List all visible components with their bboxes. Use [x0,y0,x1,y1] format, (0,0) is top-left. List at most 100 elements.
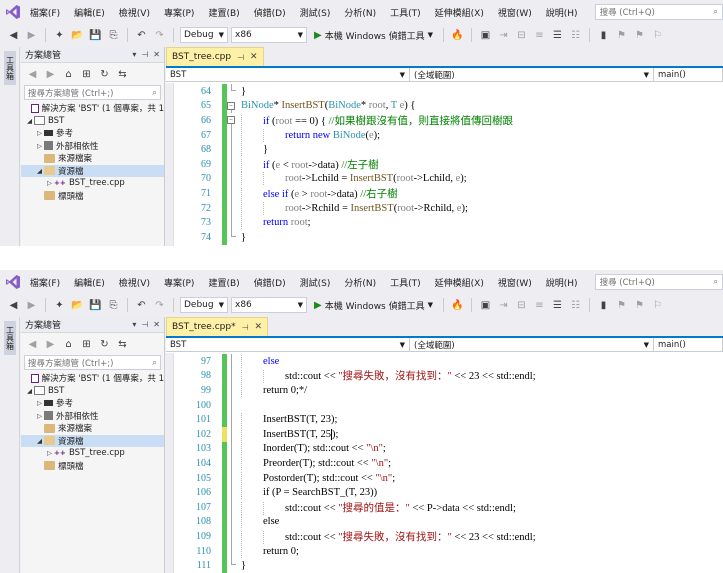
code-line[interactable]: 99 return 0;*/ [174,383,723,398]
comment-icon[interactable]: ☰ [550,28,565,43]
code-line[interactable]: 73 return root; [174,215,723,230]
code-line[interactable]: 111} [174,558,723,573]
menu-item[interactable]: 分析(N) [337,276,383,289]
pin-icon[interactable]: ⊣ [242,323,249,332]
tree-item[interactable]: ◢ BST [21,385,164,398]
code-line[interactable]: 69 if (e < root->data) //左子樹 [174,157,723,172]
code-line[interactable]: 110 return 0; [174,543,723,559]
uncomment-icon[interactable]: ☷ [568,28,583,43]
new-project-icon[interactable]: ✦ [52,28,67,43]
undo-icon[interactable]: ↶ [134,298,149,313]
tree-item[interactable]: ▷ ++ BST_tree.cpp [21,177,164,190]
code-line[interactable]: 108 else [174,514,723,530]
switch-views-icon[interactable]: ⊞ [79,67,94,82]
menu-item[interactable]: 視窗(W) [491,276,539,289]
undo-icon[interactable]: ↶ [134,28,149,43]
comment-icon[interactable]: ☰ [550,298,565,313]
code-line[interactable]: 66 − if (root == 0) { //如果樹跟沒有值，則直接將值傳回樹跟 [174,113,723,129]
glyph-margin[interactable] [166,353,174,573]
toolbox-tab[interactable]: 工具箱 [4,51,16,85]
tree-item[interactable]: ▷ 外部相依性 [21,140,164,153]
scope-dropdown[interactable]: (全域範圍) ▼ [410,68,654,82]
menu-item[interactable]: 說明(H) [539,276,585,289]
code-line[interactable]: 106 if (P = SearchBST_(T, 23)) [174,485,723,500]
member-dropdown[interactable]: main() [654,68,723,82]
menu-item[interactable]: 檢視(V) [112,276,157,289]
tree-item[interactable]: ◢ 資源檔 [21,434,164,447]
back-icon[interactable]: ◀ [25,67,40,82]
pin-icon[interactable]: ⊣ [237,53,244,62]
sync-icon[interactable]: ⇆ [115,337,130,352]
next-bookmark-icon[interactable]: ⚑ [632,28,647,43]
expander-icon[interactable]: ▷ [35,142,44,150]
menu-item[interactable]: 說明(H) [539,6,585,19]
open-folder-icon[interactable]: 📂 [70,298,85,313]
new-project-icon[interactable]: ✦ [52,298,67,313]
home-icon[interactable]: ⌂ [61,337,76,352]
menu-item[interactable]: 編輯(E) [67,276,112,289]
diagnostic-icon[interactable]: ▣ [478,28,493,43]
scope-dropdown[interactable]: (全域範圍) ▼ [410,338,654,352]
clear-bookmarks-icon[interactable]: ⚐ [650,28,665,43]
tree-item[interactable]: 標頭檔 [21,190,164,203]
code-line[interactable]: 67 return new BiNode(e); [174,127,723,143]
code-line[interactable]: 105 Postorder(T); std::cout << "\n"; [174,470,723,486]
menu-item[interactable]: 偵錯(D) [247,276,293,289]
tree-item[interactable]: 解決方案 'BST' (1 個專案，共 1 [21,102,164,115]
tree-item[interactable]: ◢ 資源檔 [21,164,164,177]
prev-bookmark-icon[interactable]: ⚑ [614,28,629,43]
project-dropdown[interactable]: BST ▼ [166,68,410,82]
menu-item[interactable]: 延伸模組(X) [428,6,491,19]
forward-icon[interactable]: ▶ [43,337,58,352]
code-line[interactable]: 101 InsertBST(T, 23); [174,412,723,427]
tree-item[interactable]: 來源檔案 [21,422,164,435]
switch-views-icon[interactable]: ⊞ [79,337,94,352]
pending-changes-icon[interactable]: ↻ [97,67,112,82]
forward-icon[interactable]: ▶ [24,28,39,43]
code-line[interactable]: 103 Inorder(T); std::cout << "\n"; [174,441,723,457]
layout-icon[interactable]: ⊟ [514,298,529,313]
bookmark-icon[interactable]: ▮ [596,28,611,43]
redo-icon[interactable]: ↷ [152,28,167,43]
menu-item[interactable]: 視窗(W) [491,6,539,19]
code-line[interactable]: 104 Preorder(T); std::cout << "\n"; [174,456,723,471]
start-debugging-button[interactable]: ▶ 本機 Windows 偵錯工具 ▼ [310,299,437,312]
toolbox-tab[interactable]: 工具箱 [4,321,16,355]
tree-item[interactable]: ◢ BST [21,115,164,128]
menu-item[interactable]: 專案(P) [157,276,201,289]
quick-launch-search[interactable]: 搜尋 (Ctrl+Q) ⌕ [594,274,723,290]
code-line[interactable]: 71 else if (e > root->data) //右子樹 [174,186,723,202]
menu-item[interactable]: 建置(B) [201,276,246,289]
tree-item[interactable]: 解決方案 'BST' (1 個專案，共 1 [21,372,164,385]
code-line[interactable]: 64} [174,84,723,99]
back-icon[interactable]: ◀ [6,298,21,313]
tree-item[interactable]: ▷ ++ BST_tree.cpp [21,447,164,460]
diagnostic-icon[interactable]: ▣ [478,298,493,313]
expander-icon[interactable]: ▷ [35,412,44,420]
pending-changes-icon[interactable]: ↻ [97,337,112,352]
hot-reload-icon[interactable]: 🔥 [450,298,465,313]
code-line[interactable]: 72 root->Rchild = InsertBST(root->Rchild,… [174,200,723,216]
menu-item[interactable]: 測試(S) [293,276,338,289]
home-icon[interactable]: ⌂ [61,67,76,82]
solution-search-input[interactable]: 搜尋方案總管 (Ctrl+;) ⌕ [24,85,161,100]
next-bookmark-icon[interactable]: ⚑ [632,298,647,313]
code-line[interactable]: 74} [174,230,723,245]
close-icon[interactable]: ✕ [255,322,263,332]
collapse-icon[interactable]: − [227,99,237,114]
hot-reload-icon[interactable]: 🔥 [450,28,465,43]
document-tab[interactable]: BST_tree.cpp ⊣ ✕ [166,47,264,66]
menu-item[interactable]: 工具(T) [383,6,428,19]
dropdown-icon[interactable]: ▾ [132,50,136,59]
document-tab[interactable]: BST_tree.cpp* ⊣ ✕ [166,317,269,336]
code-line[interactable]: 109 std::cout << "搜尋失敗，沒有找到：" << 23 << st… [174,529,723,545]
menu-item[interactable]: 分析(N) [337,6,383,19]
save-all-icon[interactable]: ⎘ [106,298,121,313]
open-folder-icon[interactable]: 📂 [70,28,85,43]
close-icon[interactable]: ✕ [250,52,258,62]
pin-icon[interactable]: ⊣ [141,50,148,59]
dropdown-icon[interactable]: ▾ [132,320,136,329]
back-icon[interactable]: ◀ [25,337,40,352]
configuration-dropdown[interactable]: Debug ▼ [180,297,228,313]
solution-search-input[interactable]: 搜尋方案總管 (Ctrl+;) ⌕ [24,355,161,370]
